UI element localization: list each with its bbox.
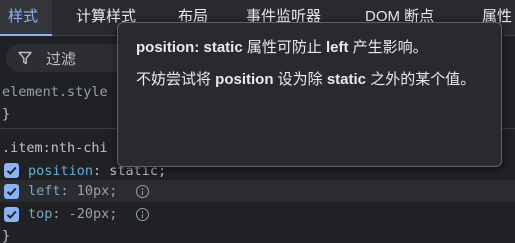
tooltip-hint: 不妨尝试将 position 设为除 static 之外的某个值。 [136, 71, 476, 88]
property-value[interactable]: -20px; [69, 206, 118, 222]
declaration-checkbox[interactable] [4, 207, 19, 222]
property-name: position [28, 163, 94, 179]
declaration-checkbox[interactable] [4, 163, 19, 178]
filter-placeholder: 过滤 [46, 51, 77, 68]
rule-selector[interactable]: .item:nth-chi [2, 138, 108, 158]
tooltip-message: position: static 属性可防止 left 产生影响。 [136, 39, 428, 56]
property-name: left [28, 183, 61, 199]
rule-close: } [2, 228, 11, 243]
declaration-left[interactable]: left: 10px; [28, 181, 117, 201]
devtools-styles-panel: 样式 计算样式 布局 事件监听器 DOM 断点 属性 过滤 element.st… [0, 0, 515, 243]
declaration-top[interactable]: top: -20px; [28, 204, 117, 224]
info-icon[interactable] [136, 185, 149, 198]
info-icon[interactable] [136, 208, 149, 221]
property-name: top [28, 206, 53, 222]
property-value[interactable]: 10px; [77, 183, 118, 199]
declaration-checkbox[interactable] [4, 184, 19, 199]
element-style-close: } [2, 106, 11, 122]
element-style-selector[interactable]: element.style { [2, 82, 124, 102]
tab-styles[interactable]: 样式 [0, 0, 52, 36]
filter-icon [18, 51, 32, 65]
inactive-property-tooltip: position: static 属性可防止 left 产生影响。 不妨尝试将 … [117, 22, 502, 167]
